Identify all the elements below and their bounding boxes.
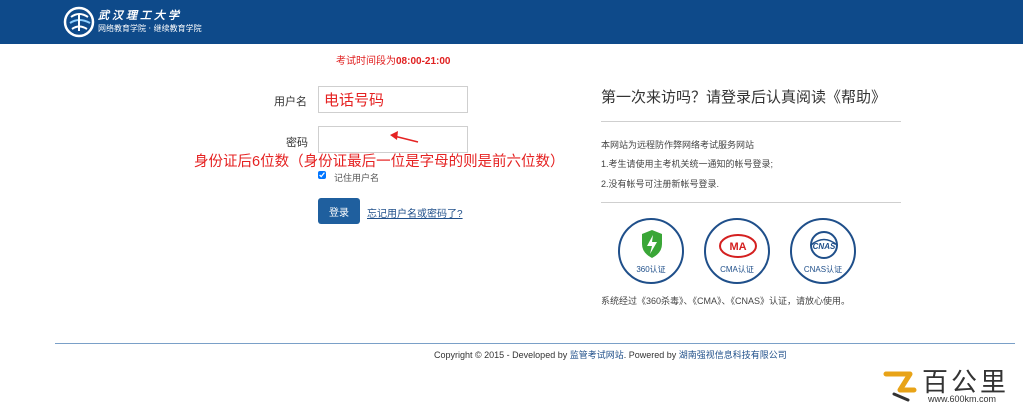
watermark-url: www.600km.com: [928, 394, 997, 404]
badge-cma-label: CMA认证: [720, 265, 754, 274]
school-logo-icon: [63, 6, 95, 38]
footer-divider: [55, 343, 1015, 344]
help-intro: 本网站为远程防作弊网络考试服务网站: [601, 140, 755, 150]
exam-time-prefix: 考试时间段为: [336, 56, 396, 67]
divider: [601, 202, 901, 203]
powered-prefix: . Powered by: [623, 350, 677, 360]
cnas-icon: CNAS: [810, 231, 838, 259]
school-subtitle: 网络教育学院 · 继续教育学院: [98, 24, 202, 33]
360-shield-icon: [642, 230, 662, 258]
svg-text:MA: MA: [729, 241, 746, 253]
badge-360[interactable]: 360认证: [618, 218, 684, 284]
certification-note: 系统经过《360杀毒》、《CMA》、《CNAS》认证，请放心使用。: [601, 296, 851, 306]
username-input[interactable]: [318, 86, 468, 113]
login-button[interactable]: 登录: [318, 198, 360, 224]
exam-time-notice: 考试时间段为08:00-21:00: [336, 52, 450, 67]
help-item-1: 1.考生请使用主考机关统一通知的帐号登录;: [601, 159, 774, 169]
divider: [601, 121, 901, 122]
watermark-logo-icon: [883, 371, 917, 402]
badge-cnas[interactable]: CNAS CNAS认证: [790, 218, 856, 284]
developer-link[interactable]: 监管考试网站: [570, 350, 624, 360]
powered-by-link[interactable]: 湖南强视信息科技有限公司: [679, 350, 787, 360]
password-label: 密码: [286, 137, 308, 149]
help-item-2: 2.没有帐号可注册新帐号登录.: [601, 179, 720, 189]
top-header-bar: 武汉理工大学 网络教育学院 · 继续教育学院: [0, 0, 1023, 44]
watermark: 百公里 www.600km.com: [880, 362, 1015, 406]
exam-time-range: 08:00-21:00: [396, 56, 451, 67]
cma-icon: MA: [719, 234, 757, 258]
badge-cnas-label: CNAS认证: [803, 265, 843, 274]
password-annotation: 身份证后6位数（身份证最后一位是字母的则是前六位数）: [194, 154, 565, 170]
badge-360-label: 360认证: [636, 265, 666, 274]
copyright-prefix: Copyright © 2015 - Developed by: [434, 350, 568, 360]
forgot-password-link[interactable]: 忘记用户名或密码了?: [367, 205, 463, 220]
remember-username-checkbox[interactable]: [318, 171, 326, 179]
help-title: 第一次来访吗？请登录后认真阅读《帮助》: [601, 89, 887, 106]
copyright-text: Copyright © 2015 - Developed by 监管考试网站. …: [434, 348, 787, 361]
svg-text:CNAS: CNAS: [813, 242, 836, 251]
badge-cma[interactable]: MA CMA认证: [704, 218, 770, 284]
annotation-arrow-icon: [390, 131, 419, 143]
remember-username-label[interactable]: 记住用户名: [334, 171, 379, 184]
school-name: 武汉理工大学: [98, 9, 182, 22]
username-label: 用户名: [274, 96, 307, 108]
